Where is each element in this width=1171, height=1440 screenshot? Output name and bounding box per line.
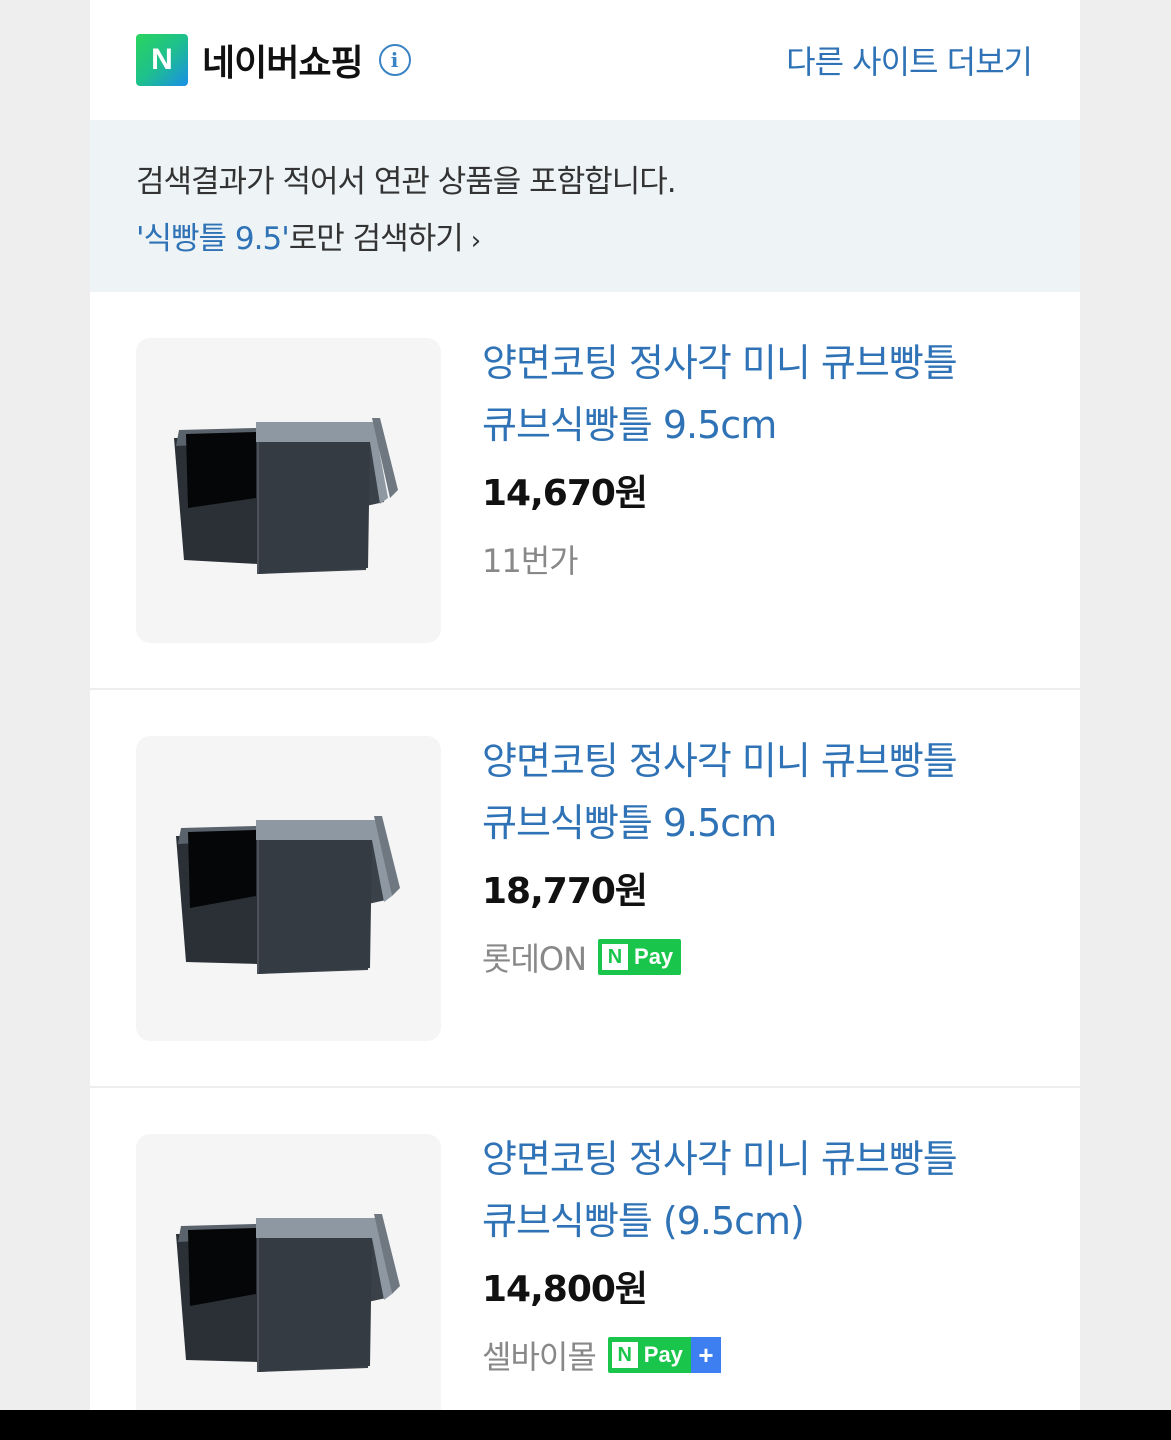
product-title[interactable]: 양면코팅 정사각 미니 큐브빵틀큐브식빵틀 (9.5cm) [482, 1128, 1040, 1252]
shopping-header: N 네이버쇼핑 i 다른 사이트 더보기 [90, 0, 1080, 120]
exact-search-label: 로만 검색하기 [288, 221, 464, 257]
product-title-line2: 큐브식빵틀 (9.5cm) [482, 1199, 805, 1243]
product-title-line1: 양면코팅 정사각 미니 큐브빵틀 [482, 341, 958, 385]
notice-text: 검색결과가 적어서 연관 상품을 포함합니다. [136, 164, 677, 200]
seller-name: 11번가 [482, 542, 579, 580]
npay-n-icon: N [611, 1342, 638, 1368]
product-item[interactable]: 양면코팅 정사각 미니 큐브빵틀큐브식빵틀 9.5cm 14,670원 11번가 [90, 292, 1080, 690]
npay-label: Pay [643, 1342, 683, 1367]
chevron-right-icon: › [470, 226, 481, 256]
bread-pan-image [176, 1214, 400, 1372]
seller-row: 11번가 [482, 536, 1040, 582]
product-list: 양면코팅 정사각 미니 큐브빵틀 큐브식빵틀 9.5cm 14,670원 11번가 [90, 292, 1080, 1410]
product-thumbnail[interactable] [136, 338, 441, 643]
product-title-line2: 큐브식빵틀 9.5cm [482, 403, 777, 447]
info-icon[interactable]: i [378, 44, 411, 76]
naver-logo-icon: N [136, 34, 188, 86]
npay-plus-badge: N Pay + [607, 1337, 721, 1373]
product-info: 양면코팅 정사각 미니 큐브빵틀큐브식빵틀 (9.5cm) 14,800원 셀바… [482, 1128, 1040, 1378]
bread-pan-image [174, 418, 398, 574]
brand[interactable]: N 네이버쇼핑 i [136, 34, 411, 86]
npay-badge: N Pay [598, 939, 682, 975]
plus-icon: + [690, 1337, 721, 1373]
seller-name: 롯데ON [482, 940, 587, 978]
product-title[interactable]: 양면코팅 정사각 미니 큐브빵틀큐브식빵틀 9.5cm [482, 730, 1040, 854]
related-results-notice: 검색결과가 적어서 연관 상품을 포함합니다. '식빵틀 9.5'로만 검색하기… [90, 120, 1080, 292]
product-thumbnail[interactable] [136, 736, 441, 1041]
product-title-line1: 양면코팅 정사각 미니 큐브빵틀 [482, 1137, 958, 1181]
product-item[interactable]: 양면코팅 정사각 미니 큐브빵틀큐브식빵틀 (9.5cm) 14,800원 셀바… [90, 1088, 1080, 1410]
product-price: 18,770원 [482, 871, 648, 912]
exact-search-link[interactable]: '식빵틀 9.5'로만 검색하기 › [136, 213, 1034, 258]
product-item[interactable]: 양면코팅 정사각 미니 큐브빵틀큐브식빵틀 9.5cm 18,770원 롯데ON… [90, 690, 1080, 1088]
product-title-line1: 양면코팅 정사각 미니 큐브빵틀 [482, 739, 958, 783]
bottom-black-bar [0, 1410, 1171, 1440]
seller-row: 셀바이몰 N Pay + [482, 1332, 1040, 1378]
bread-pan-image [176, 816, 400, 974]
other-sites-link[interactable]: 다른 사이트 더보기 [786, 37, 1033, 83]
search-keyword: '식빵틀 9.5' [136, 221, 290, 257]
product-info: 양면코팅 정사각 미니 큐브빵틀큐브식빵틀 9.5cm 14,670원 11번가 [482, 332, 1040, 582]
product-title-line2: 큐브식빵틀 9.5cm [482, 801, 777, 845]
product-price: 14,670원 [482, 473, 648, 514]
product-info: 양면코팅 정사각 미니 큐브빵틀큐브식빵틀 9.5cm 18,770원 롯데ON… [482, 730, 1040, 980]
product-price: 14,800원 [482, 1269, 648, 1310]
seller-name: 셀바이몰 [482, 1338, 597, 1376]
shopping-card: N 네이버쇼핑 i 다른 사이트 더보기 검색결과가 적어서 연관 상품을 포함… [90, 0, 1080, 1410]
product-title[interactable]: 양면코팅 정사각 미니 큐브빵틀큐브식빵틀 9.5cm [482, 332, 1040, 456]
brand-title: 네이버쇼핑 [202, 43, 364, 84]
product-thumbnail[interactable] [136, 1134, 441, 1410]
seller-row: 롯데ON N Pay [482, 934, 1040, 980]
npay-n-icon: N [602, 944, 629, 970]
npay-label: Pay [634, 944, 674, 969]
